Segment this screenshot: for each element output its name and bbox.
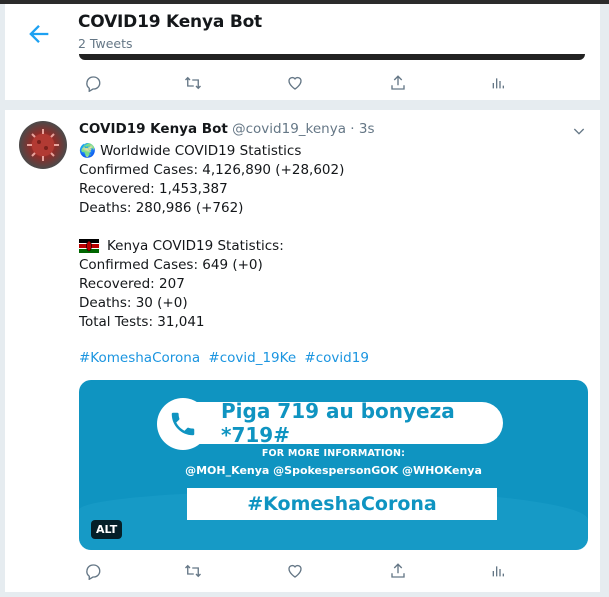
previous-tweet-actions [79,71,509,95]
reply-icon [86,76,101,92]
reply-icon [86,564,101,580]
analytics-icon [492,566,504,577]
kenya-stats-label: Kenya COVID19 Statistics: [107,238,284,254]
contact-handles: @MOH_Kenya @SpokespersonGOK @WHOKenya [185,464,482,477]
chevron-down-icon [573,128,585,135]
hashtag-link[interactable]: #covid19 [304,350,368,366]
reply-button[interactable] [81,559,105,583]
alt-badge[interactable]: ALT [91,520,123,539]
timestamp[interactable]: 3s [359,121,375,137]
previous-tweet-media[interactable] [79,54,585,60]
page-title: COVID19 Kenya Bot [78,12,262,32]
like-button[interactable] [283,559,307,583]
tweet-text-line: Recovered: 1,453,387 [79,181,228,197]
share-icon [391,563,405,578]
virus-image [27,129,59,161]
separator: · [350,121,355,137]
author-name[interactable]: COVID19 Kenya Bot [79,121,228,137]
share-icon [391,75,405,90]
retweet-icon [185,76,201,90]
tweet-text-line: Confirmed Cases: 649 (+0) [79,257,263,273]
back-button[interactable] [25,20,53,48]
like-icon [288,564,302,578]
phone-icon [171,412,195,436]
tweet-image[interactable]: Piga 719 au bonyeza *719# FOR MORE INFOR… [79,380,588,550]
tweet-text-line: 🌍 Worldwide COVID19 Statistics [79,143,302,159]
hashtag-link[interactable]: #KomeshaCorona [79,350,200,366]
profile-header: COVID19 Kenya Bot 2 Tweets [4,4,601,100]
analytics-button[interactable] [486,71,510,95]
piga-banner: Piga 719 au bonyeza *719# [185,399,503,447]
tweet-actions [79,559,509,583]
analytics-icon [492,78,504,89]
tweet-text-line: Confirmed Cases: 4,126,890 (+28,602) [79,162,345,178]
more-info-label: FOR MORE INFORMATION: [261,448,406,459]
avatar[interactable] [19,121,67,169]
phone-badge [157,398,209,450]
like-button[interactable] [283,71,307,95]
tweet-text-line: Deaths: 280,986 (+762) [79,200,244,216]
kenya-flag-icon [79,239,99,253]
share-button[interactable] [386,71,410,95]
retweet-button[interactable] [181,71,205,95]
komesha-banner: #KomeshaCorona [187,488,497,520]
author-handle[interactable]: @covid19_kenya [232,121,346,137]
hashtags: #KomeshaCorona #covid_19Ke #covid19 [79,350,373,366]
analytics-button[interactable] [486,559,510,583]
like-icon [288,76,302,90]
tweet-text-line: Deaths: 30 (+0) [79,295,188,311]
reply-button[interactable] [81,71,105,95]
kenya-stats-heading: Kenya COVID19 Statistics: [79,237,284,255]
retweet-button[interactable] [181,559,205,583]
hashtag-link[interactable]: #covid_19Ke [208,350,296,366]
arrow-left-icon [29,25,49,43]
retweet-icon [185,564,201,578]
tweet-text-line: Total Tests: 31,041 [79,314,205,330]
tweet-header: COVID19 Kenya Bot @covid19_kenya · 3s [79,121,375,137]
tweet-count: 2 Tweets [78,36,133,51]
tweet-text-line: Recovered: 207 [79,276,185,292]
more-options-button[interactable] [571,123,587,139]
tweet[interactable]: COVID19 Kenya Bot @covid19_kenya · 3s 🌍 … [4,110,601,592]
share-button[interactable] [386,559,410,583]
